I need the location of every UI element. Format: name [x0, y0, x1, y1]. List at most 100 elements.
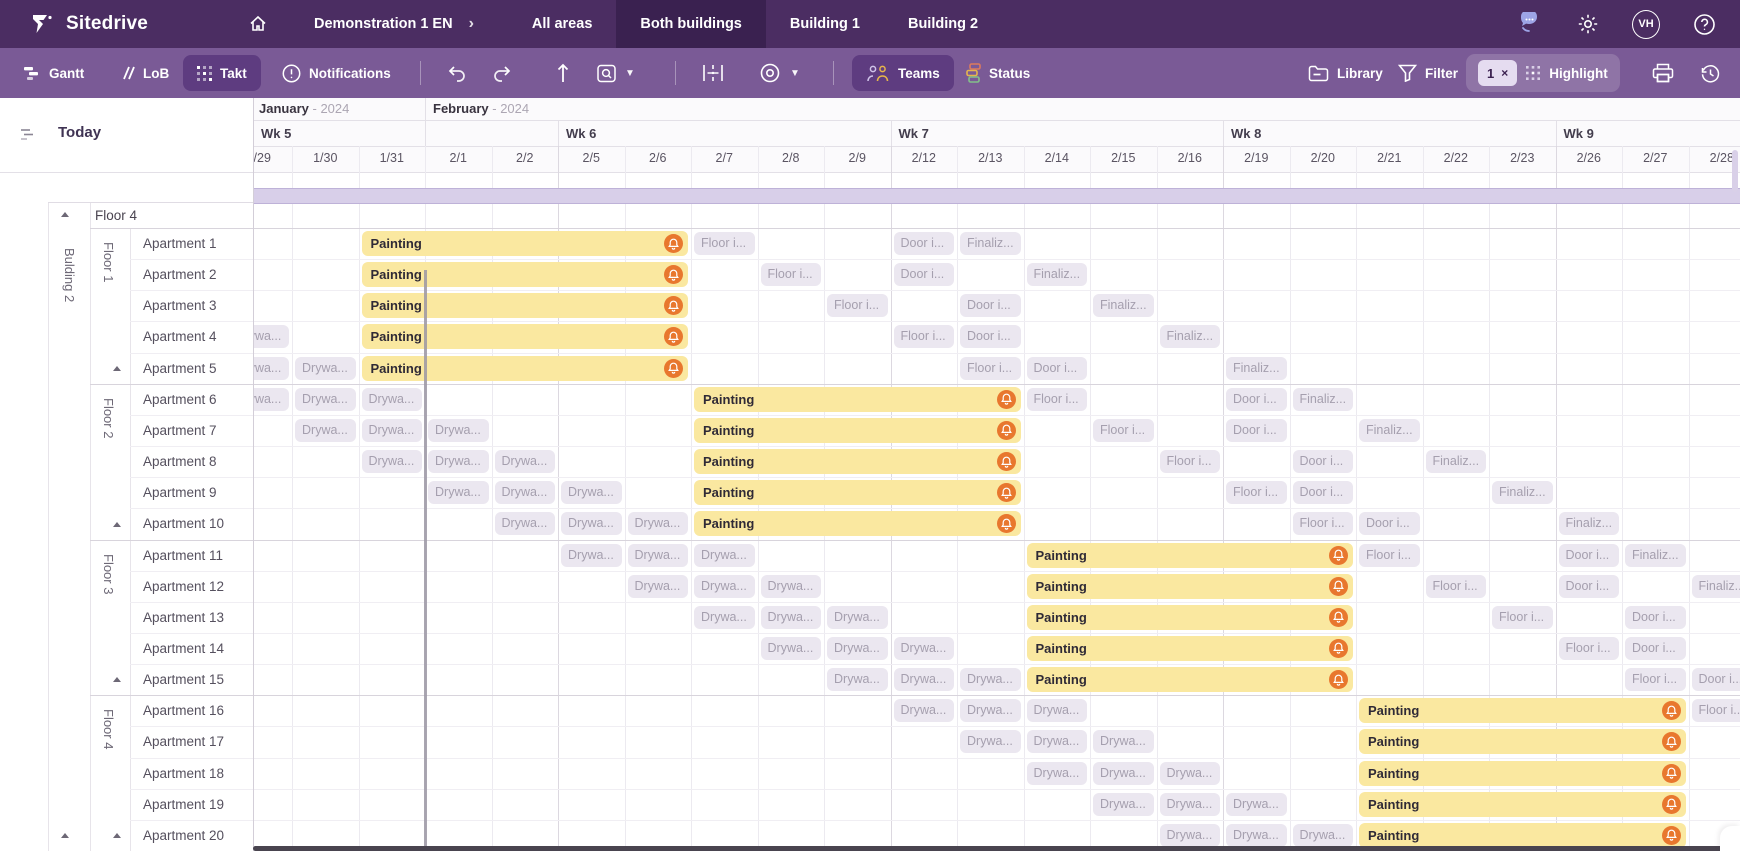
horizontal-scrollbar[interactable]: [253, 846, 1740, 851]
floor-collapse-caret[interactable]: [113, 521, 121, 527]
painting-task-bar[interactable]: Painting: [694, 449, 1021, 475]
alarm-bell-icon[interactable]: [1329, 638, 1348, 658]
building-collapse-caret[interactable]: [61, 833, 69, 838]
task-chip-drywall[interactable]: Drywa...: [760, 574, 821, 598]
visibility-button[interactable]: ▼: [758, 48, 800, 98]
apartment-row-label[interactable]: Apartment 3: [143, 298, 217, 313]
task-chip-door-installation[interactable]: Door i...: [1625, 605, 1686, 629]
highlight-count-badge[interactable]: 1 ×: [1478, 60, 1518, 86]
task-chip-floor-installation[interactable]: Floor i...: [960, 356, 1021, 380]
alarm-bell-icon[interactable]: [1661, 732, 1681, 752]
apartment-row-label[interactable]: Apartment 14: [143, 641, 224, 656]
task-chip-finalization[interactable]: Finaliz...: [1359, 418, 1420, 442]
task-chip-drywall[interactable]: Drywa...: [1292, 823, 1353, 847]
apartment-row-label[interactable]: Apartment 9: [143, 485, 217, 500]
task-chip-drywall[interactable]: Drywa...: [1026, 699, 1087, 723]
task-chip-drywall[interactable]: Drywa...: [627, 543, 688, 567]
gantt-view-button[interactable]: Gantt: [24, 48, 84, 98]
painting-task-bar[interactable]: Painting: [694, 417, 1021, 443]
apartment-row-label[interactable]: Apartment 2: [143, 267, 217, 282]
alarm-bell-icon[interactable]: [1661, 763, 1681, 783]
takt-view-button[interactable]: Takt: [183, 55, 261, 91]
task-chip-drywall[interactable]: Drywa...: [827, 605, 888, 629]
painting-task-bar[interactable]: Painting: [694, 480, 1021, 506]
alarm-bell-icon[interactable]: [664, 327, 683, 347]
alarm-bell-icon[interactable]: [996, 514, 1016, 534]
redo-button[interactable]: [492, 48, 512, 98]
alarm-bell-icon[interactable]: [1329, 670, 1348, 690]
painting-task-bar[interactable]: Painting: [1359, 822, 1686, 848]
task-chip-drywall[interactable]: Drywa...: [960, 699, 1021, 723]
task-chip-drywall[interactable]: Drywa...: [494, 512, 555, 536]
task-chip-drywall[interactable]: Drywa...: [1093, 792, 1154, 816]
task-chip-finalization[interactable]: Finaliz...: [1425, 450, 1486, 474]
tab-all-areas[interactable]: All areas: [508, 0, 616, 48]
alarm-bell-icon[interactable]: [1329, 576, 1348, 596]
teams-button[interactable]: Teams: [852, 55, 954, 91]
task-chip-floor-installation[interactable]: Floor i...: [1292, 512, 1353, 536]
task-chip-drywall[interactable]: Drywa...: [494, 450, 555, 474]
brand[interactable]: Sitedrive: [0, 0, 210, 48]
apartment-row-label[interactable]: Apartment 4: [143, 329, 217, 344]
task-chip-floor-installation[interactable]: Floor i...: [1492, 605, 1553, 629]
painting-task-bar[interactable]: Painting: [694, 386, 1021, 412]
task-chip-door-installation[interactable]: Door i...: [960, 325, 1021, 349]
task-chip-door-installation[interactable]: Door i...: [1226, 418, 1287, 442]
task-chip-door-installation[interactable]: Door i...: [1292, 481, 1353, 505]
painting-task-bar[interactable]: Painting: [694, 511, 1021, 537]
apartment-row-label[interactable]: Apartment 5: [143, 361, 217, 376]
task-chip-drywall[interactable]: Drywa...: [561, 512, 622, 536]
user-avatar[interactable]: VH: [1632, 9, 1660, 39]
apartment-row-label[interactable]: Apartment 20: [143, 828, 224, 843]
painting-task-bar[interactable]: Painting: [1026, 573, 1353, 599]
apartment-row-label[interactable]: Apartment 18: [143, 766, 224, 781]
alarm-bell-icon[interactable]: [996, 452, 1016, 472]
task-chip-finalization[interactable]: Finaliz...: [1691, 574, 1740, 598]
calendar-search-button[interactable]: ▼: [596, 48, 635, 98]
task-chip-drywall[interactable]: Drywa...: [627, 512, 688, 536]
task-chip-drywall[interactable]: Drywa...: [428, 450, 489, 474]
task-chip-finalization[interactable]: Finaliz...: [1226, 356, 1287, 380]
today-button[interactable]: Today: [58, 124, 101, 141]
task-chip-drywall[interactable]: Drywa...: [561, 481, 622, 505]
floor-collapse-caret[interactable]: [113, 833, 121, 838]
task-chip-floor-installation[interactable]: Floor i...: [1026, 387, 1087, 411]
painting-task-bar[interactable]: Painting: [361, 231, 688, 256]
task-chip-drywall[interactable]: Drywa...: [1159, 761, 1220, 785]
task-chip-drywall[interactable]: Drywa...: [1093, 761, 1154, 785]
highlight-group[interactable]: 1 × Highlight: [1466, 54, 1620, 92]
task-chip-drywall[interactable]: Drywa...: [760, 605, 821, 629]
home-button[interactable]: [222, 0, 294, 48]
painting-task-bar[interactable]: Painting: [1359, 760, 1686, 786]
task-chip-door-installation[interactable]: Door i...: [1359, 512, 1420, 536]
task-chip-door-installation[interactable]: Door i...: [1625, 636, 1686, 660]
task-chip-floor-installation[interactable]: Floor i...: [1558, 636, 1619, 660]
task-chip-drywall[interactable]: Drywa...: [1226, 792, 1287, 816]
painting-task-bar[interactable]: Painting: [1359, 729, 1686, 755]
painting-task-bar[interactable]: Painting: [361, 293, 688, 319]
task-chip-floor-installation[interactable]: Floor i...: [1093, 418, 1154, 442]
apartment-row-label[interactable]: Apartment 13: [143, 610, 224, 625]
apartment-row-label[interactable]: Apartment 16: [143, 703, 224, 718]
vertical-scrollbar[interactable]: [1732, 150, 1738, 192]
apartment-row-label[interactable]: Apartment 1: [143, 236, 217, 251]
notifications-button[interactable]: Notifications: [282, 48, 391, 98]
apartment-row-label[interactable]: Apartment 11: [143, 548, 223, 563]
task-chip-door-installation[interactable]: Door i...: [1226, 387, 1287, 411]
task-chip-drywall[interactable]: Drywa...: [960, 668, 1021, 692]
alarm-bell-icon[interactable]: [996, 420, 1016, 440]
task-chip-finalization[interactable]: Finaliz...: [960, 232, 1021, 255]
task-chip-drywall[interactable]: Drywa...: [361, 387, 422, 411]
alarm-bell-icon[interactable]: [1329, 545, 1348, 565]
tab-building-1[interactable]: Building 1: [766, 0, 884, 48]
alarm-bell-icon[interactable]: [996, 483, 1016, 503]
collapse-caret[interactable]: [61, 212, 69, 217]
task-chip-finalization[interactable]: Finaliz...: [1292, 387, 1353, 411]
task-chip-floor-installation[interactable]: Floor i...: [1226, 481, 1287, 505]
task-chip-door-installation[interactable]: Door i...: [893, 232, 954, 255]
task-chip-drywall[interactable]: Drywa...: [1026, 761, 1087, 785]
history-button[interactable]: [1700, 48, 1721, 98]
task-chip-floor-installation[interactable]: Floor i...: [760, 263, 821, 287]
task-chip-finalization[interactable]: Finaliz...: [1026, 263, 1087, 287]
task-chip-door-installation[interactable]: Door i...: [1026, 356, 1087, 380]
